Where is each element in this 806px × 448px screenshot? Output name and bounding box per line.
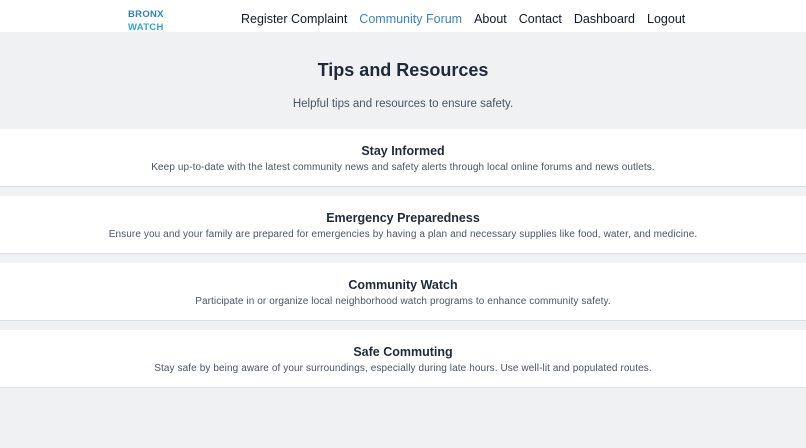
nav-logout[interactable]: Logout bbox=[647, 12, 685, 26]
page-title: Tips and Resources bbox=[317, 60, 489, 80]
tip-card-community-watch: Community Watch Participate in or organi… bbox=[0, 263, 806, 321]
brand-line-2: WATCH bbox=[128, 22, 164, 33]
tip-title: Safe Commuting bbox=[353, 345, 453, 359]
page-subtitle: Helpful tips and resources to ensure saf… bbox=[292, 98, 514, 110]
tip-text: Stay safe by being aware of your surroun… bbox=[154, 363, 652, 374]
nav-contact[interactable]: Contact bbox=[519, 12, 562, 26]
brand-line-1: BRONX bbox=[128, 9, 164, 20]
tip-text: Ensure you and your family are prepared … bbox=[108, 229, 698, 240]
tip-title: Emergency Preparedness bbox=[326, 211, 480, 225]
nav-community-forum[interactable]: Community Forum bbox=[359, 12, 462, 26]
tip-text: Participate in or organize local neighbo… bbox=[195, 296, 611, 307]
tip-title: Community Watch bbox=[348, 278, 458, 292]
tip-card-stay-informed: Stay Informed Keep up-to-date with the l… bbox=[0, 129, 806, 187]
nav-dashboard[interactable]: Dashboard bbox=[574, 12, 635, 26]
nav-about[interactable]: About bbox=[474, 12, 507, 26]
nav-register-complaint[interactable]: Register Complaint bbox=[241, 12, 347, 26]
top-navbar: BRONX WATCH Register Complaint Community… bbox=[0, 0, 806, 34]
brand-logo[interactable]: BRONX WATCH bbox=[128, 8, 164, 34]
tip-card-safe-commuting: Safe Commuting Stay safe by being aware … bbox=[0, 330, 806, 388]
tip-card-emergency-preparedness: Emergency Preparedness Ensure you and yo… bbox=[0, 196, 806, 254]
tips-list: Stay Informed Keep up-to-date with the l… bbox=[0, 129, 806, 388]
tip-title: Stay Informed bbox=[361, 144, 445, 158]
main-nav: Register Complaint Community Forum About… bbox=[241, 12, 685, 26]
tip-text: Keep up-to-date with the latest communit… bbox=[151, 162, 655, 173]
hero-section: Tips and Resources Helpful tips and reso… bbox=[0, 32, 806, 129]
